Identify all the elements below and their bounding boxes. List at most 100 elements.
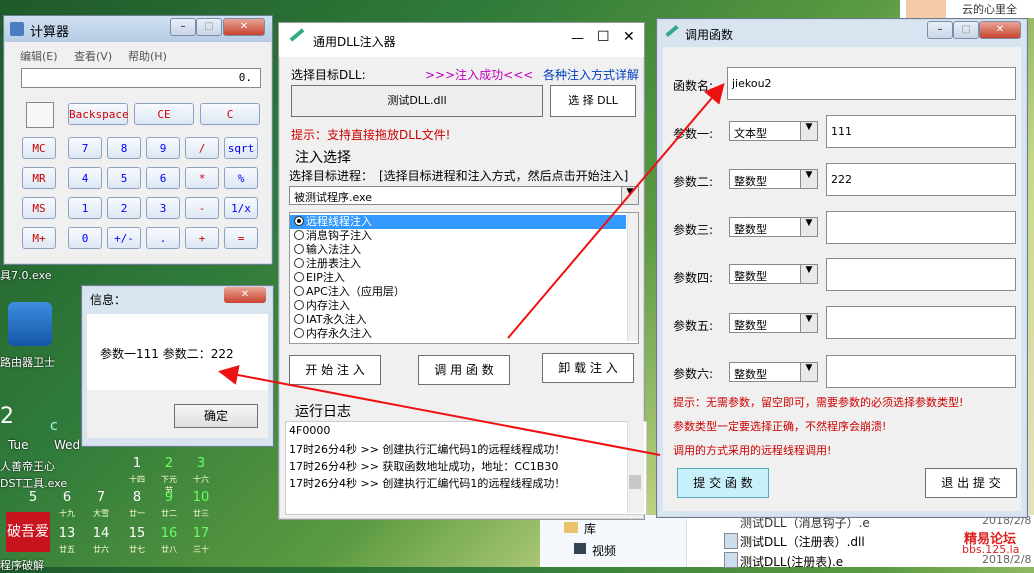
method-option[interactable]: 内存注入	[294, 299, 350, 313]
video-label[interactable]: 视频	[592, 542, 616, 559]
methods-link[interactable]: 各种注入方式详解	[543, 66, 639, 83]
submit-function-button[interactable]: 提 交 函 数	[677, 468, 769, 498]
menu-edit[interactable]: 编辑(E)	[20, 48, 58, 64]
calc-key[interactable]: 7	[68, 137, 102, 159]
list-scrollbar[interactable]	[627, 213, 638, 341]
calc-key[interactable]: .	[146, 227, 180, 249]
callfn-titlebar[interactable]: 调用函数 – □ ✕	[657, 19, 1027, 45]
tip-line: 调用的方式采用的远程线程调用!	[673, 444, 832, 457]
backspace-button[interactable]: Backspace	[68, 103, 129, 125]
chevron-down-icon[interactable]: ▼	[800, 265, 817, 283]
chevron-down-icon[interactable]: ▼	[800, 218, 817, 236]
process-select[interactable]: 被测试程序.exe ▼	[289, 186, 639, 205]
calc-key[interactable]: 2	[107, 197, 141, 219]
param-value-input[interactable]	[826, 258, 1016, 291]
method-option-remote-thread[interactable]: 远程线程注入	[294, 215, 372, 229]
clear-button[interactable]: C	[200, 103, 260, 125]
minimize-icon[interactable]: –	[170, 18, 196, 36]
desktop-label-router[interactable]: 路由器卫士	[0, 354, 55, 370]
calc-key-mr[interactable]: MR	[22, 167, 56, 189]
injector-titlebar[interactable]: 通用DLL注入器 — ☐ ✕	[279, 23, 644, 57]
close-icon[interactable]: ✕	[623, 29, 635, 45]
cal-num: 2	[164, 456, 174, 471]
calc-key[interactable]: 4	[68, 167, 102, 189]
method-option[interactable]: EIP注入	[294, 271, 345, 285]
folder-label[interactable]: 库	[584, 520, 596, 537]
calc-key[interactable]: +	[185, 227, 219, 249]
chevron-down-icon[interactable]: ▼	[800, 122, 817, 140]
start-inject-button[interactable]: 开 始 注 入	[289, 355, 381, 385]
param-type-select[interactable]: 整数型 ▼	[729, 169, 818, 189]
router-icon[interactable]	[8, 302, 52, 346]
calc-key[interactable]: 5	[107, 167, 141, 189]
hack-icon[interactable]: 破吾爱	[6, 512, 50, 552]
calc-key[interactable]: 8	[107, 137, 141, 159]
avatar[interactable]	[906, 0, 946, 18]
function-name-input[interactable]: jiekou2	[727, 67, 1016, 100]
unload-inject-button[interactable]: 卸 载 注 入	[542, 353, 634, 383]
param-value-input[interactable]: 222	[826, 163, 1016, 196]
param-type-select[interactable]: 整数型 ▼	[729, 313, 818, 333]
method-option[interactable]: 输入法注入	[294, 243, 361, 257]
chevron-down-icon[interactable]: ▼	[800, 170, 817, 188]
desktop-label-hack[interactable]: 程序破解	[0, 557, 44, 573]
ce-button[interactable]: CE	[134, 103, 194, 125]
calc-key[interactable]: sqrt	[224, 137, 258, 159]
ok-button[interactable]: 确定	[174, 404, 258, 428]
method-option[interactable]: 注册表注入	[294, 257, 361, 271]
param-value-input[interactable]	[826, 306, 1016, 339]
exit-submit-button[interactable]: 退 出 提 交	[925, 468, 1017, 498]
calc-key-mplus[interactable]: M+	[22, 227, 56, 249]
scroll-thumb[interactable]	[629, 475, 641, 489]
method-option[interactable]: 消息钩子注入	[294, 229, 372, 243]
close-icon[interactable]: ✕	[223, 18, 265, 36]
param-value-input[interactable]	[826, 355, 1016, 388]
method-option[interactable]: APC注入（应用层）	[294, 285, 405, 299]
desktop-label-king[interactable]: 人善帝王心	[0, 458, 55, 474]
menu-view[interactable]: 查看(V)	[74, 48, 112, 64]
param-value-input[interactable]: 111	[826, 115, 1016, 148]
param-type-select[interactable]: 整数型 ▼	[729, 217, 818, 237]
file-row[interactable]: 测试DLL（注册表）.dll	[740, 533, 865, 550]
param-value-input[interactable]	[826, 211, 1016, 244]
log-scrollbar[interactable]	[627, 421, 644, 513]
desktop-label-tool70[interactable]: 具7.0.exe	[0, 267, 52, 283]
calc-titlebar[interactable]: 计算器 – □ ✕	[4, 16, 272, 42]
chevron-down-icon[interactable]: ▼	[800, 363, 817, 381]
calc-key[interactable]: 1/x	[224, 197, 258, 219]
calc-key[interactable]: /	[185, 137, 219, 159]
call-function-button[interactable]: 调 用 函 数	[418, 355, 510, 385]
minimize-icon[interactable]: –	[927, 21, 953, 39]
param-type-select[interactable]: 文本型 ▼	[729, 121, 818, 141]
close-icon[interactable]: ✕	[979, 21, 1021, 39]
method-option[interactable]: IAT永久注入	[294, 313, 367, 327]
calc-key[interactable]: 0	[68, 227, 102, 249]
menu-help[interactable]: 帮助(H)	[128, 48, 167, 64]
param-type-select[interactable]: 整数型 ▼	[729, 362, 818, 382]
calc-key[interactable]: *	[185, 167, 219, 189]
calc-key-mc[interactable]: MC	[22, 137, 56, 159]
dll-name-field[interactable]: 测试DLL.dll	[291, 85, 543, 117]
method-option[interactable]: 内存永久注入	[294, 327, 372, 341]
select-dll-button[interactable]: 选 择 DLL	[550, 85, 636, 117]
calc-key[interactable]: 9	[146, 137, 180, 159]
param-type-select[interactable]: 整数型 ▼	[729, 264, 818, 284]
calc-key[interactable]: 1	[68, 197, 102, 219]
chevron-down-icon[interactable]: ▼	[800, 314, 817, 332]
calc-key[interactable]: -	[185, 197, 219, 219]
maximize-icon[interactable]: □	[196, 18, 222, 36]
calc-key[interactable]: %	[224, 167, 258, 189]
file-row[interactable]: 测试DLL(注册表).e	[740, 553, 843, 570]
maximize-icon[interactable]: □	[953, 21, 979, 39]
calc-key[interactable]: =	[224, 227, 258, 249]
calc-key[interactable]: 3	[146, 197, 180, 219]
desktop-label-dst[interactable]: DST工具.exe	[0, 475, 67, 491]
chevron-down-icon[interactable]: ▼	[621, 187, 638, 204]
calc-key-ms[interactable]: MS	[22, 197, 56, 219]
calc-key[interactable]: +/-	[107, 227, 141, 249]
method-list[interactable]: 远程线程注入 消息钩子注入 输入法注入 注册表注入 EIP注入 APC注入（应用…	[289, 212, 639, 344]
maximize-icon[interactable]: ☐	[597, 29, 610, 45]
close-icon[interactable]: ✕	[224, 287, 266, 303]
calc-key[interactable]: 6	[146, 167, 180, 189]
minimize-icon[interactable]: —	[571, 31, 584, 46]
